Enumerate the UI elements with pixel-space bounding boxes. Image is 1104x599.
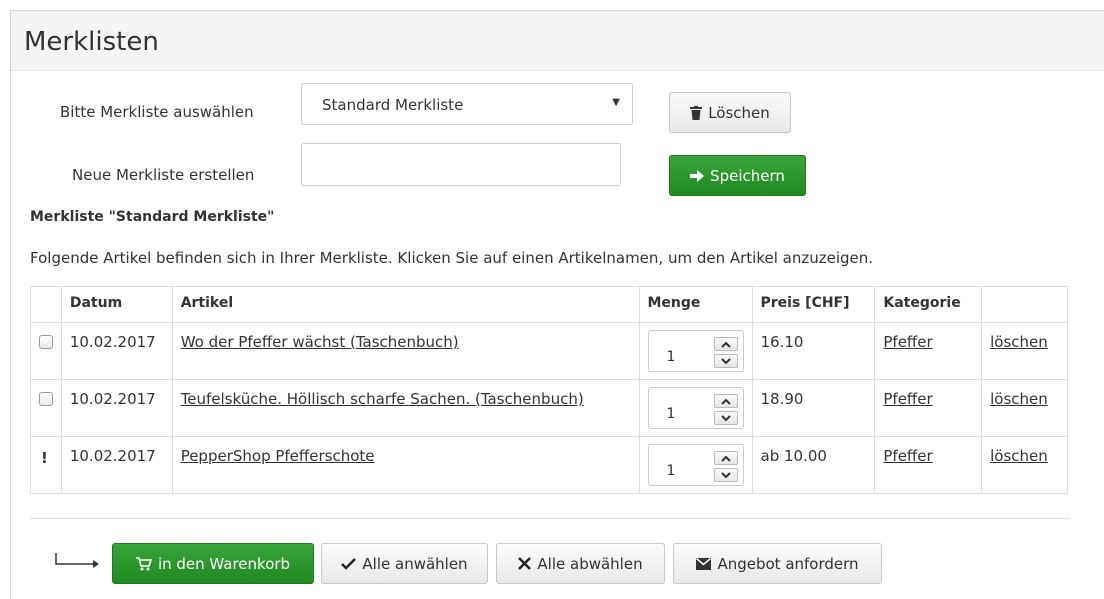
- chevron-down-icon[interactable]: [713, 468, 738, 482]
- row-category: Pfeffer: [874, 322, 983, 380]
- header-price: Preis [CHF]: [751, 286, 876, 323]
- row-qty: 1: [638, 379, 753, 437]
- header-category: Kategorie: [874, 286, 983, 323]
- chevron-down-icon[interactable]: [713, 411, 738, 425]
- table-row: 10.02.2017 Teufelsküche. Höllisch scharf…: [30, 379, 1068, 437]
- add-to-cart-label: in den Warenkorb: [157, 554, 291, 573]
- row-category: Pfeffer: [874, 379, 983, 437]
- row-category: Pfeffer: [874, 436, 983, 494]
- header-date: Datum: [60, 286, 173, 323]
- row-date: 10.02.2017: [60, 436, 173, 494]
- items-table: Datum Artikel Menge Preis [CHF] Kategori…: [30, 286, 1068, 494]
- list-description: Folgende Artikel befinden sich in Ihrer …: [30, 249, 874, 267]
- row-article: Teufelsküche. Höllisch scharfe Sachen. (…: [171, 379, 640, 437]
- unavailable-marker: !: [41, 449, 48, 467]
- row-article: Wo der Pfeffer wächst (Taschenbuch): [171, 322, 640, 380]
- row-checkbox[interactable]: [39, 335, 53, 349]
- row-price: ab 10.00: [751, 436, 876, 494]
- list-heading: Merkliste "Standard Merkliste": [30, 209, 275, 225]
- quantity-value: 1: [666, 349, 676, 365]
- header-article: Artikel: [171, 286, 640, 323]
- table-row: ! 10.02.2017 PepperShop Pfefferschote 1 …: [30, 436, 1068, 494]
- row-delete: löschen: [981, 436, 1068, 494]
- table-row: 10.02.2017 Wo der Pfeffer wächst (Tasche…: [30, 322, 1068, 380]
- checkmark-icon: [341, 557, 357, 570]
- corner-arrow-icon: [55, 553, 99, 568]
- x-icon: [518, 557, 532, 570]
- chevron-up-icon[interactable]: [713, 337, 738, 351]
- header-actions: [981, 286, 1068, 323]
- select-list-label: Bitte Merkliste auswählen: [60, 103, 254, 121]
- envelope-icon: [696, 557, 712, 570]
- row-date: 10.02.2017: [60, 322, 173, 380]
- category-link[interactable]: Pfeffer: [883, 333, 932, 351]
- deselect-all-button[interactable]: Alle abwählen: [496, 543, 665, 584]
- row-article: PepperShop Pfefferschote: [171, 436, 640, 494]
- row-delete: löschen: [981, 322, 1068, 380]
- select-all-button[interactable]: Alle anwählen: [321, 543, 488, 584]
- deselect-all-label: Alle abwählen: [537, 554, 643, 573]
- row-checkbox[interactable]: [39, 392, 53, 406]
- row-select: [30, 379, 62, 437]
- quantity-value: 1: [666, 463, 676, 479]
- panel-header: Merklisten: [11, 11, 1104, 71]
- delete-list-button[interactable]: Löschen: [669, 92, 791, 133]
- trash-icon: [690, 105, 703, 120]
- list-select-value: Standard Merkliste: [322, 96, 464, 114]
- header-qty: Menge: [638, 286, 753, 323]
- header-marker: [30, 286, 62, 323]
- row-delete: löschen: [981, 379, 1068, 437]
- arrow-right-icon: [690, 169, 705, 182]
- chevron-up-icon[interactable]: [713, 451, 738, 465]
- quantity-stepper[interactable]: 1: [647, 330, 744, 372]
- delete-link[interactable]: löschen: [990, 390, 1048, 408]
- table-header-row: Datum Artikel Menge Preis [CHF] Kategori…: [30, 286, 1068, 323]
- row-date: 10.02.2017: [60, 379, 173, 437]
- article-link[interactable]: Wo der Pfeffer wächst (Taschenbuch): [181, 333, 459, 351]
- row-price: 18.90: [751, 379, 876, 437]
- request-offer-label: Angebot anfordern: [717, 554, 859, 573]
- save-label: Speichern: [710, 166, 785, 185]
- chevron-up-icon[interactable]: [713, 394, 738, 408]
- new-list-input[interactable]: [301, 143, 621, 186]
- row-select: !: [30, 436, 62, 494]
- row-qty: 1: [638, 322, 753, 380]
- delete-link[interactable]: löschen: [990, 333, 1048, 351]
- divider: [30, 518, 1070, 519]
- page-title: Merklisten: [24, 27, 159, 57]
- row-select: [30, 322, 62, 380]
- category-link[interactable]: Pfeffer: [883, 447, 932, 465]
- quantity-value: 1: [666, 406, 676, 422]
- chevron-down-icon[interactable]: [713, 354, 738, 368]
- list-select[interactable]: Standard Merkliste ▼: [301, 83, 633, 125]
- request-offer-button[interactable]: Angebot anfordern: [673, 543, 882, 584]
- cart-icon: [135, 556, 152, 571]
- select-all-label: Alle anwählen: [362, 554, 468, 573]
- article-link[interactable]: Teufelsküche. Höllisch scharfe Sachen. (…: [181, 390, 584, 408]
- delete-link[interactable]: löschen: [990, 447, 1048, 465]
- article-link[interactable]: PepperShop Pfefferschote: [181, 447, 375, 465]
- save-button[interactable]: Speichern: [669, 155, 806, 196]
- quantity-stepper[interactable]: 1: [647, 387, 744, 429]
- row-price: 16.10: [751, 322, 876, 380]
- chevron-down-icon: ▼: [612, 97, 620, 108]
- quantity-stepper[interactable]: 1: [647, 444, 744, 486]
- new-list-label: Neue Merkliste erstellen: [72, 166, 255, 184]
- category-link[interactable]: Pfeffer: [883, 390, 932, 408]
- add-to-cart-button[interactable]: in den Warenkorb: [112, 543, 314, 584]
- row-qty: 1: [638, 436, 753, 494]
- delete-list-label: Löschen: [708, 103, 770, 122]
